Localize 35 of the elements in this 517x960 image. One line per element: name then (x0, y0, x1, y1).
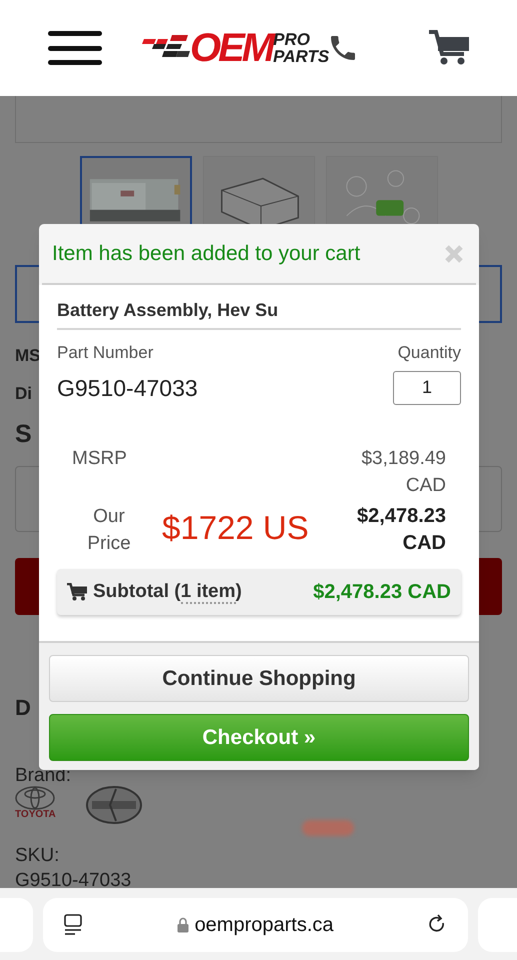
msrp-value: $3,189.49 (361, 447, 446, 471)
lock-icon (176, 917, 189, 933)
cart-icon[interactable] (429, 30, 469, 66)
subtotal-label: Subtotal (1 item) (93, 580, 242, 606)
continue-shopping-button[interactable]: Continue Shopping (49, 655, 469, 702)
quantity-field[interactable]: 1 (393, 370, 461, 404)
modal-title: Item has been added to your cart (52, 240, 360, 267)
reader-icon[interactable] (62, 914, 83, 936)
menu-icon[interactable] (48, 31, 102, 65)
address-bar[interactable]: oemproparts.ca (42, 898, 468, 952)
section-heading: D (15, 694, 31, 722)
our-price-value: $2,478.23 (357, 504, 446, 529)
text-label: MS (15, 345, 40, 367)
currency-label: CAD (406, 474, 446, 498)
part-number: G9510-47033 (57, 374, 198, 402)
field-label: Part Number (57, 342, 154, 364)
usd-price: $1722 US (162, 508, 310, 548)
price-label: Our (93, 505, 125, 529)
brand-logo-text: TOYOTA (15, 810, 56, 820)
text-label: Di (15, 382, 32, 404)
price-label: Price (87, 532, 131, 556)
blur-mark (302, 820, 354, 836)
subtotal-value: $2,478.23 CAD (313, 580, 451, 605)
sku-value: G9510-47033 (15, 870, 132, 890)
field-label: Quantity (398, 342, 461, 364)
section-heading: S (15, 419, 32, 450)
currency-label: CAD (402, 531, 446, 556)
emblem-icon (86, 786, 142, 824)
cart-icon (67, 583, 87, 601)
sku-label: SKU: (15, 846, 60, 864)
price-label: MSRP (72, 447, 127, 471)
product-name: Battery Assembly, Hev Su (57, 297, 461, 330)
url-text[interactable]: oemproparts.ca (194, 910, 334, 940)
brand-label: Brand: (15, 766, 71, 784)
emblem-icon (15, 786, 56, 810)
